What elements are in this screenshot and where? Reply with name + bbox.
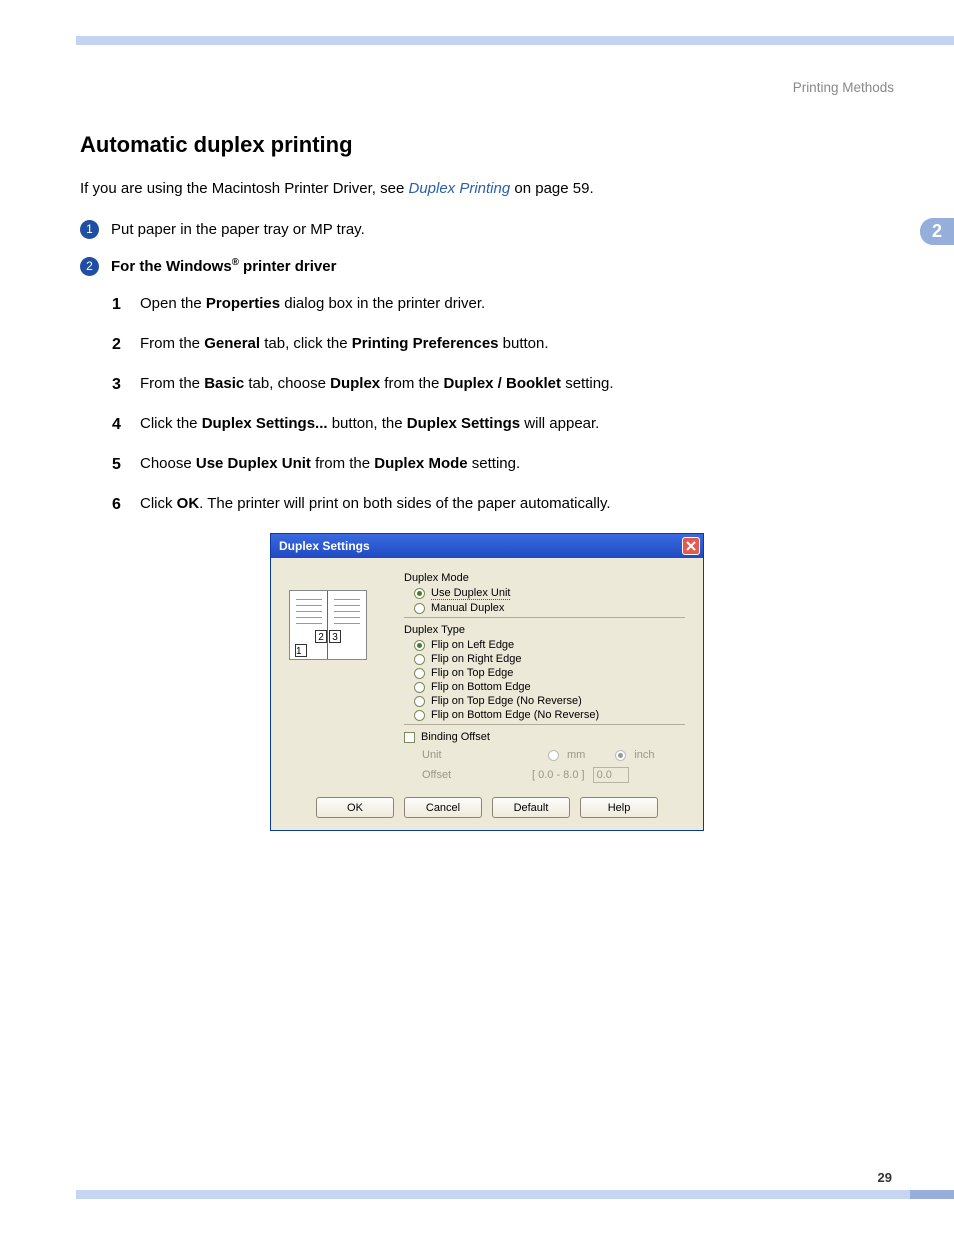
unit-label: Unit (422, 749, 492, 761)
divider (404, 724, 685, 725)
sub-text: From the Basic tab, choose Duplex from t… (140, 373, 614, 397)
radio-label: Flip on Right Edge (431, 653, 522, 665)
divider (404, 617, 685, 618)
sub-num: 4 (112, 413, 140, 437)
duplex-mode-use-unit[interactable]: Use Duplex Unit (414, 587, 685, 600)
dialog-body: 23 1 Duplex Mode Use Duplex Unit Manual … (271, 558, 703, 797)
radio-icon (414, 654, 425, 665)
radio-icon (414, 668, 425, 679)
ms2-reg: ® (232, 257, 239, 268)
sub-text: Click the Duplex Settings... button, the… (140, 413, 599, 437)
cancel-button[interactable]: Cancel (404, 797, 482, 818)
sub-step-6: 6 Click OK. The printer will print on bo… (112, 493, 874, 517)
major-step-1-text: Put paper in the paper tray or MP tray. (111, 219, 365, 240)
radio-icon (414, 696, 425, 707)
radio-label: Flip on Bottom Edge (431, 681, 531, 693)
duplex-type-label: Duplex Type (404, 624, 685, 636)
dialog-illustration-panel: 23 1 (289, 572, 404, 785)
unit-mm: mm (567, 749, 585, 761)
sub-num: 3 (112, 373, 140, 397)
duplex-mode-manual[interactable]: Manual Duplex (414, 602, 685, 614)
radio-label: Flip on Left Edge (431, 639, 514, 651)
offset-range: [ 0.0 - 8.0 ] (532, 769, 585, 781)
dialog-titlebar: Duplex Settings (271, 534, 703, 558)
offset-label: Offset (422, 769, 492, 781)
circle-num-1: 1 (80, 220, 99, 239)
duplex-illustration: 23 1 (289, 590, 367, 660)
help-button[interactable]: Help (580, 797, 658, 818)
radio-label: Flip on Top Edge (No Reverse) (431, 695, 582, 707)
offset-input[interactable] (593, 767, 629, 783)
intro-link[interactable]: Duplex Printing (408, 180, 510, 197)
sub-step-list: 1 Open the Properties dialog box in the … (112, 293, 874, 517)
unit-inch: inch (634, 749, 654, 761)
flip-bottom-no-reverse[interactable]: Flip on Bottom Edge (No Reverse) (414, 709, 685, 721)
dialog-title: Duplex Settings (279, 539, 370, 553)
sub-step-3: 3 From the Basic tab, choose Duplex from… (112, 373, 874, 397)
radio-icon (414, 603, 425, 614)
flip-top-no-reverse[interactable]: Flip on Top Edge (No Reverse) (414, 695, 685, 707)
radio-label: Flip on Top Edge (431, 667, 513, 679)
page-number: 29 (878, 1170, 892, 1185)
radio-label: Manual Duplex (431, 602, 504, 614)
ms2-pre: For the Windows (111, 258, 232, 275)
sub-step-4: 4 Click the Duplex Settings... button, t… (112, 413, 874, 437)
footer-rule (76, 1190, 910, 1199)
duplex-mode-label: Duplex Mode (404, 572, 685, 584)
intro-pre: If you are using the Macintosh Printer D… (80, 180, 408, 197)
duplex-settings-dialog: Duplex Settings 23 1 (270, 533, 704, 831)
radio-label: Use Duplex Unit (431, 587, 510, 600)
illus-page-3: 3 (329, 630, 341, 643)
flip-right-edge[interactable]: Flip on Right Edge (414, 653, 685, 665)
major-step-1: 1 Put paper in the paper tray or MP tray… (80, 219, 874, 240)
radio-icon (414, 588, 425, 599)
sub-step-1: 1 Open the Properties dialog box in the … (112, 293, 874, 317)
sub-step-2: 2 From the General tab, click the Printi… (112, 333, 874, 357)
sub-text: Choose Use Duplex Unit from the Duplex M… (140, 453, 520, 477)
flip-top-edge[interactable]: Flip on Top Edge (414, 667, 685, 679)
chapter-tab: 2 (920, 218, 954, 245)
page-content: Automatic duplex printing If you are usi… (80, 132, 874, 831)
circle-num-2: 2 (80, 257, 99, 276)
radio-icon (414, 682, 425, 693)
default-button[interactable]: Default (492, 797, 570, 818)
binding-offset-check[interactable]: Binding Offset (404, 731, 685, 743)
sub-num: 2 (112, 333, 140, 357)
ms2-post: printer driver (239, 258, 337, 275)
sub-num: 1 (112, 293, 140, 317)
header-rule (76, 36, 954, 45)
sub-text: Click OK. The printer will print on both… (140, 493, 611, 517)
sub-step-5: 5 Choose Use Duplex Unit from the Duplex… (112, 453, 874, 477)
checkbox-icon (404, 732, 415, 743)
ok-button[interactable]: OK (316, 797, 394, 818)
flip-bottom-edge[interactable]: Flip on Bottom Edge (414, 681, 685, 693)
binding-offset-row: Offset [ 0.0 - 8.0 ] (422, 767, 685, 783)
sub-num: 5 (112, 453, 140, 477)
illus-page-2: 2 (315, 630, 327, 643)
check-label: Binding Offset (421, 731, 490, 743)
sub-text: From the General tab, click the Printing… (140, 333, 549, 357)
radio-label: Flip on Bottom Edge (No Reverse) (431, 709, 599, 721)
dialog-screenshot: Duplex Settings 23 1 (270, 533, 874, 831)
close-icon (686, 541, 696, 551)
radio-icon (548, 750, 559, 761)
intro-paragraph: If you are using the Macintosh Printer D… (80, 178, 874, 199)
illus-page-1: 1 (295, 644, 307, 657)
major-step-2-text: For the Windows® printer driver (111, 256, 336, 277)
sub-num: 6 (112, 493, 140, 517)
page-title: Automatic duplex printing (80, 132, 874, 158)
close-button[interactable] (682, 537, 700, 555)
flip-left-edge[interactable]: Flip on Left Edge (414, 639, 685, 651)
dialog-options-panel: Duplex Mode Use Duplex Unit Manual Duple… (404, 572, 685, 785)
radio-icon (414, 640, 425, 651)
major-step-2: 2 For the Windows® printer driver (80, 256, 874, 277)
radio-icon (414, 710, 425, 721)
footer-rule-accent (910, 1190, 954, 1199)
binding-unit-row: Unit mm inch (422, 749, 685, 761)
intro-post: on page 59. (510, 180, 593, 197)
radio-icon (615, 750, 626, 761)
sub-text: Open the Properties dialog box in the pr… (140, 293, 485, 317)
dialog-button-row: OK Cancel Default Help (271, 797, 703, 830)
header-section: Printing Methods (793, 80, 894, 95)
